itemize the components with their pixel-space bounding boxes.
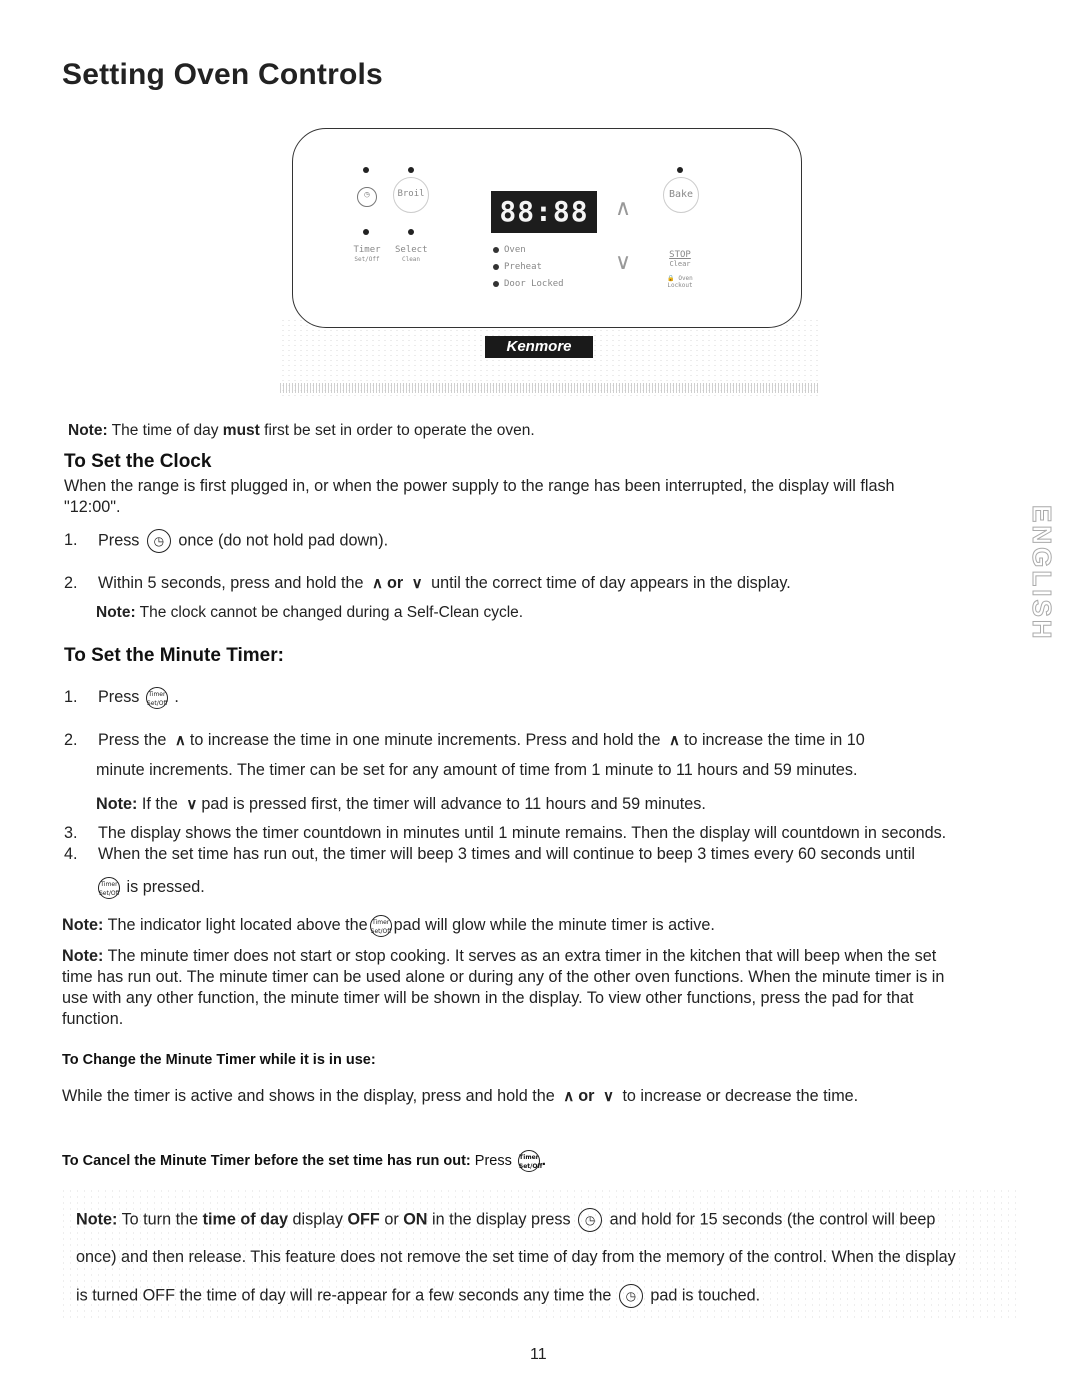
down-arrow-icon: ∨ bbox=[411, 575, 423, 592]
control-panel-illustration: ◷ Broil Timer Set/Off Select Clean 88:88… bbox=[280, 108, 820, 398]
up-arrow-icon: ∧ bbox=[371, 575, 383, 592]
clock-intro-line-1: When the range is first plugged in, or w… bbox=[64, 477, 895, 495]
indicator-led bbox=[363, 167, 369, 173]
select-label: Select bbox=[395, 245, 428, 255]
language-side-tab: ENGLISH bbox=[1027, 505, 1058, 643]
indicator-preheat: Preheat bbox=[493, 262, 542, 272]
lock-icon: 🔒 bbox=[667, 275, 675, 282]
clock-intro-line-2: "12:00". bbox=[64, 498, 121, 516]
bake-label: Bake bbox=[668, 189, 694, 200]
timer-step-1: 1. Press Timer Set/Off . bbox=[64, 686, 179, 709]
timer-step-2-cont: minute increments. The timer can be set … bbox=[96, 761, 858, 779]
page-number: 11 bbox=[530, 1346, 547, 1363]
timer-step-4: 4. When the set time has run out, the tim… bbox=[64, 845, 915, 863]
indicator-led bbox=[363, 229, 369, 235]
up-arrow-icon: ∧ bbox=[563, 1088, 575, 1105]
timer-step-2: 2. Press the ∧ to increase the time in one… bbox=[64, 731, 865, 749]
panel-base-strip bbox=[280, 383, 820, 393]
indicator-led bbox=[408, 229, 414, 235]
down-arrow-pad[interactable]: ∨ bbox=[615, 249, 631, 275]
clock-pad-icon: ◷ bbox=[578, 1208, 603, 1232]
timer-pad-icon: Timer Set/Off bbox=[369, 914, 392, 937]
clock-step-1: 1. Press ◷ once (do not hold pad down). bbox=[64, 529, 388, 553]
control-panel: ◷ Broil Timer Set/Off Select Clean 88:88… bbox=[292, 128, 802, 328]
intro-note: Note: The time of day must first be set … bbox=[68, 422, 535, 439]
broil-pad[interactable]: Broil bbox=[393, 177, 429, 213]
select-sublabel: Clean bbox=[401, 256, 421, 263]
digital-display: 88:88 bbox=[491, 191, 597, 233]
timer-pad-icon: Timer Set/Off bbox=[517, 1150, 542, 1172]
timer-pad[interactable]: Timer Set/Off bbox=[351, 245, 383, 265]
timer-pad-icon: Timer Set/Off bbox=[98, 876, 120, 899]
bake-pad[interactable]: Bake bbox=[663, 177, 699, 213]
cancel-timer-heading: To Cancel the Minute Timer before the se… bbox=[62, 1150, 546, 1172]
timer-note: Note: If the ∨ pad is pressed first, the … bbox=[96, 795, 706, 813]
clock-pad[interactable]: ◷ bbox=[357, 187, 377, 207]
timer-pad-icon: Timer Set/Off bbox=[145, 686, 168, 709]
timer-step-4-cont: Timer Set/Off is pressed. bbox=[98, 876, 205, 899]
clock-pad-icon: ◷ bbox=[146, 529, 171, 553]
timer-heading: To Set the Minute Timer: bbox=[64, 645, 284, 666]
indicator-led bbox=[408, 167, 414, 173]
clock-step-2: 2. Within 5 seconds, press and hold the ∧… bbox=[64, 574, 791, 592]
timer-step-3: 3. The display shows the timer countdown … bbox=[64, 824, 947, 842]
stop-label: STOP bbox=[669, 250, 691, 260]
select-pad[interactable]: Select Clean bbox=[395, 245, 428, 265]
up-arrow-icon: ∧ bbox=[174, 732, 186, 749]
page-title: Setting Oven Controls bbox=[62, 58, 383, 91]
indicator-led bbox=[677, 167, 683, 173]
up-arrow-pad[interactable]: ∧ bbox=[615, 195, 631, 221]
indicator-oven: Oven bbox=[493, 245, 526, 255]
timer-sublabel: Set/Off bbox=[354, 256, 380, 263]
clock-note: Note: The clock cannot be changed during… bbox=[96, 604, 524, 621]
change-timer-text: While the timer is active and shows in t… bbox=[62, 1087, 859, 1105]
timer-note-3-line-2: time has run out. The minute timer can b… bbox=[62, 968, 945, 986]
timer-label: Timer bbox=[353, 245, 381, 255]
kenmore-logo: Kenmore bbox=[485, 336, 593, 358]
stop-clear-pad[interactable]: STOP Clear bbox=[665, 251, 695, 269]
timer-note-2: Note: The indicator light located above … bbox=[62, 914, 715, 937]
broil-label: Broil bbox=[397, 189, 425, 199]
down-arrow-icon: ∨ bbox=[602, 1088, 614, 1105]
down-arrow-icon: ∨ bbox=[186, 796, 198, 813]
clock-icon: ◷ bbox=[364, 190, 370, 200]
timer-note-3-line-3: use with any other function, the minute … bbox=[62, 989, 914, 1007]
timer-note-3-line-1: Note: The minute timer does not start or… bbox=[62, 947, 937, 965]
display-note-line-1: Note: To turn the time of day display OF… bbox=[76, 1208, 935, 1232]
display-note-line-3: is turned OFF the time of day will re-ap… bbox=[76, 1284, 760, 1308]
clock-pad-icon: ◷ bbox=[618, 1284, 643, 1308]
timer-note-3-line-4: function. bbox=[62, 1010, 124, 1028]
up-arrow-icon: ∧ bbox=[668, 732, 680, 749]
indicator-door-locked: Door Locked bbox=[493, 279, 564, 289]
oven-lockout-pad[interactable]: 🔒 Oven Lockout bbox=[655, 275, 705, 289]
change-timer-heading: To Change the Minute Timer while it is i… bbox=[62, 1052, 376, 1068]
display-note-line-2: once) and then release. This feature doe… bbox=[76, 1248, 956, 1266]
clock-heading: To Set the Clock bbox=[64, 451, 212, 472]
clear-label: Clear bbox=[669, 260, 691, 268]
